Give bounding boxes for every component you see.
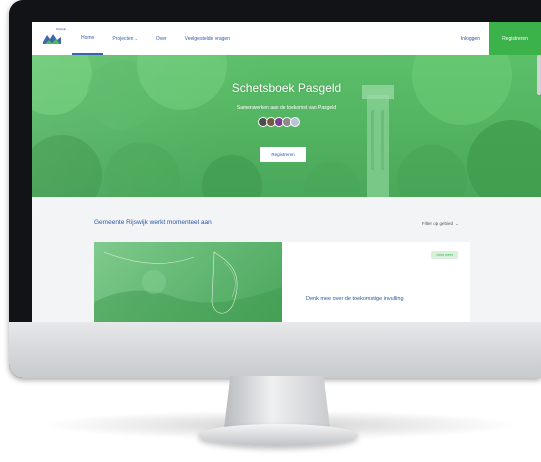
nav-home[interactable]: Home [72, 22, 104, 55]
nav-projecten[interactable]: Projecten ⌄ [103, 22, 146, 55]
hero-register-label: Registreren [271, 152, 295, 157]
hero-banner: Schetsboek Pasgeld Samenwerken aan de to… [32, 55, 541, 197]
project-card[interactable]: Lees meer Denk mee over de toekomstige i… [94, 242, 470, 322]
project-card-body: Lees meer Denk mee over de toekomstige i… [282, 242, 470, 322]
site-logo[interactable]: Rijswijk [32, 22, 72, 55]
nav-faq[interactable]: Veelgestelde vragen [176, 22, 239, 55]
filter-dropdown[interactable]: Filter op gebied ⌄ [422, 221, 459, 226]
register-nav-label: Registreren [502, 35, 528, 42]
logo-text: Rijswijk [56, 27, 66, 31]
nav-over-label: Over [155, 35, 167, 42]
login-link[interactable]: Inloggen [452, 22, 489, 55]
project-map-image [94, 242, 282, 322]
scrollbar[interactable] [537, 55, 541, 95]
nav-projecten-label: Projecten [112, 35, 134, 42]
monitor-mockup: Rijswijk Home Projecten ⌄ Over Veelgeste… [0, 0, 541, 462]
hero-register-button[interactable]: Registreren [260, 147, 306, 162]
monitor-stand [224, 376, 330, 428]
section-title: Gemeente Rijswijk werkt momenteel aan [94, 219, 212, 226]
register-nav-button[interactable]: Registreren [489, 22, 541, 55]
top-navigation: Rijswijk Home Projecten ⌄ Over Veelgeste… [32, 22, 541, 56]
projects-section: Gemeente Rijswijk werkt momenteel aan Fi… [32, 197, 541, 322]
nav-over[interactable]: Over [147, 22, 176, 55]
chevron-down-icon: ⌄ [134, 36, 138, 41]
avatar [290, 117, 300, 127]
login-label: Inloggen [460, 35, 480, 42]
nav-home-label: Home [81, 34, 95, 41]
monitor-chin [9, 322, 541, 378]
project-card-title[interactable]: Denk mee over de toekomstige invulling [306, 296, 404, 302]
nav-faq-label: Veelgestelde vragen [184, 35, 230, 42]
monitor-base [198, 424, 358, 446]
screen: Rijswijk Home Projecten ⌄ Over Veelgeste… [32, 22, 541, 322]
chevron-down-icon: ⌄ [455, 221, 459, 226]
map-icon [94, 251, 282, 322]
logo-icon [43, 33, 61, 44]
hero-title: Schetsboek Pasgeld [231, 81, 342, 95]
hero-subtitle: Samenwerken aan de toekomst van Pasgeld [236, 105, 337, 111]
participant-avatars [258, 117, 300, 127]
read-more-badge[interactable]: Lees meer [431, 251, 458, 259]
filter-label: Filter op gebied [422, 221, 454, 226]
